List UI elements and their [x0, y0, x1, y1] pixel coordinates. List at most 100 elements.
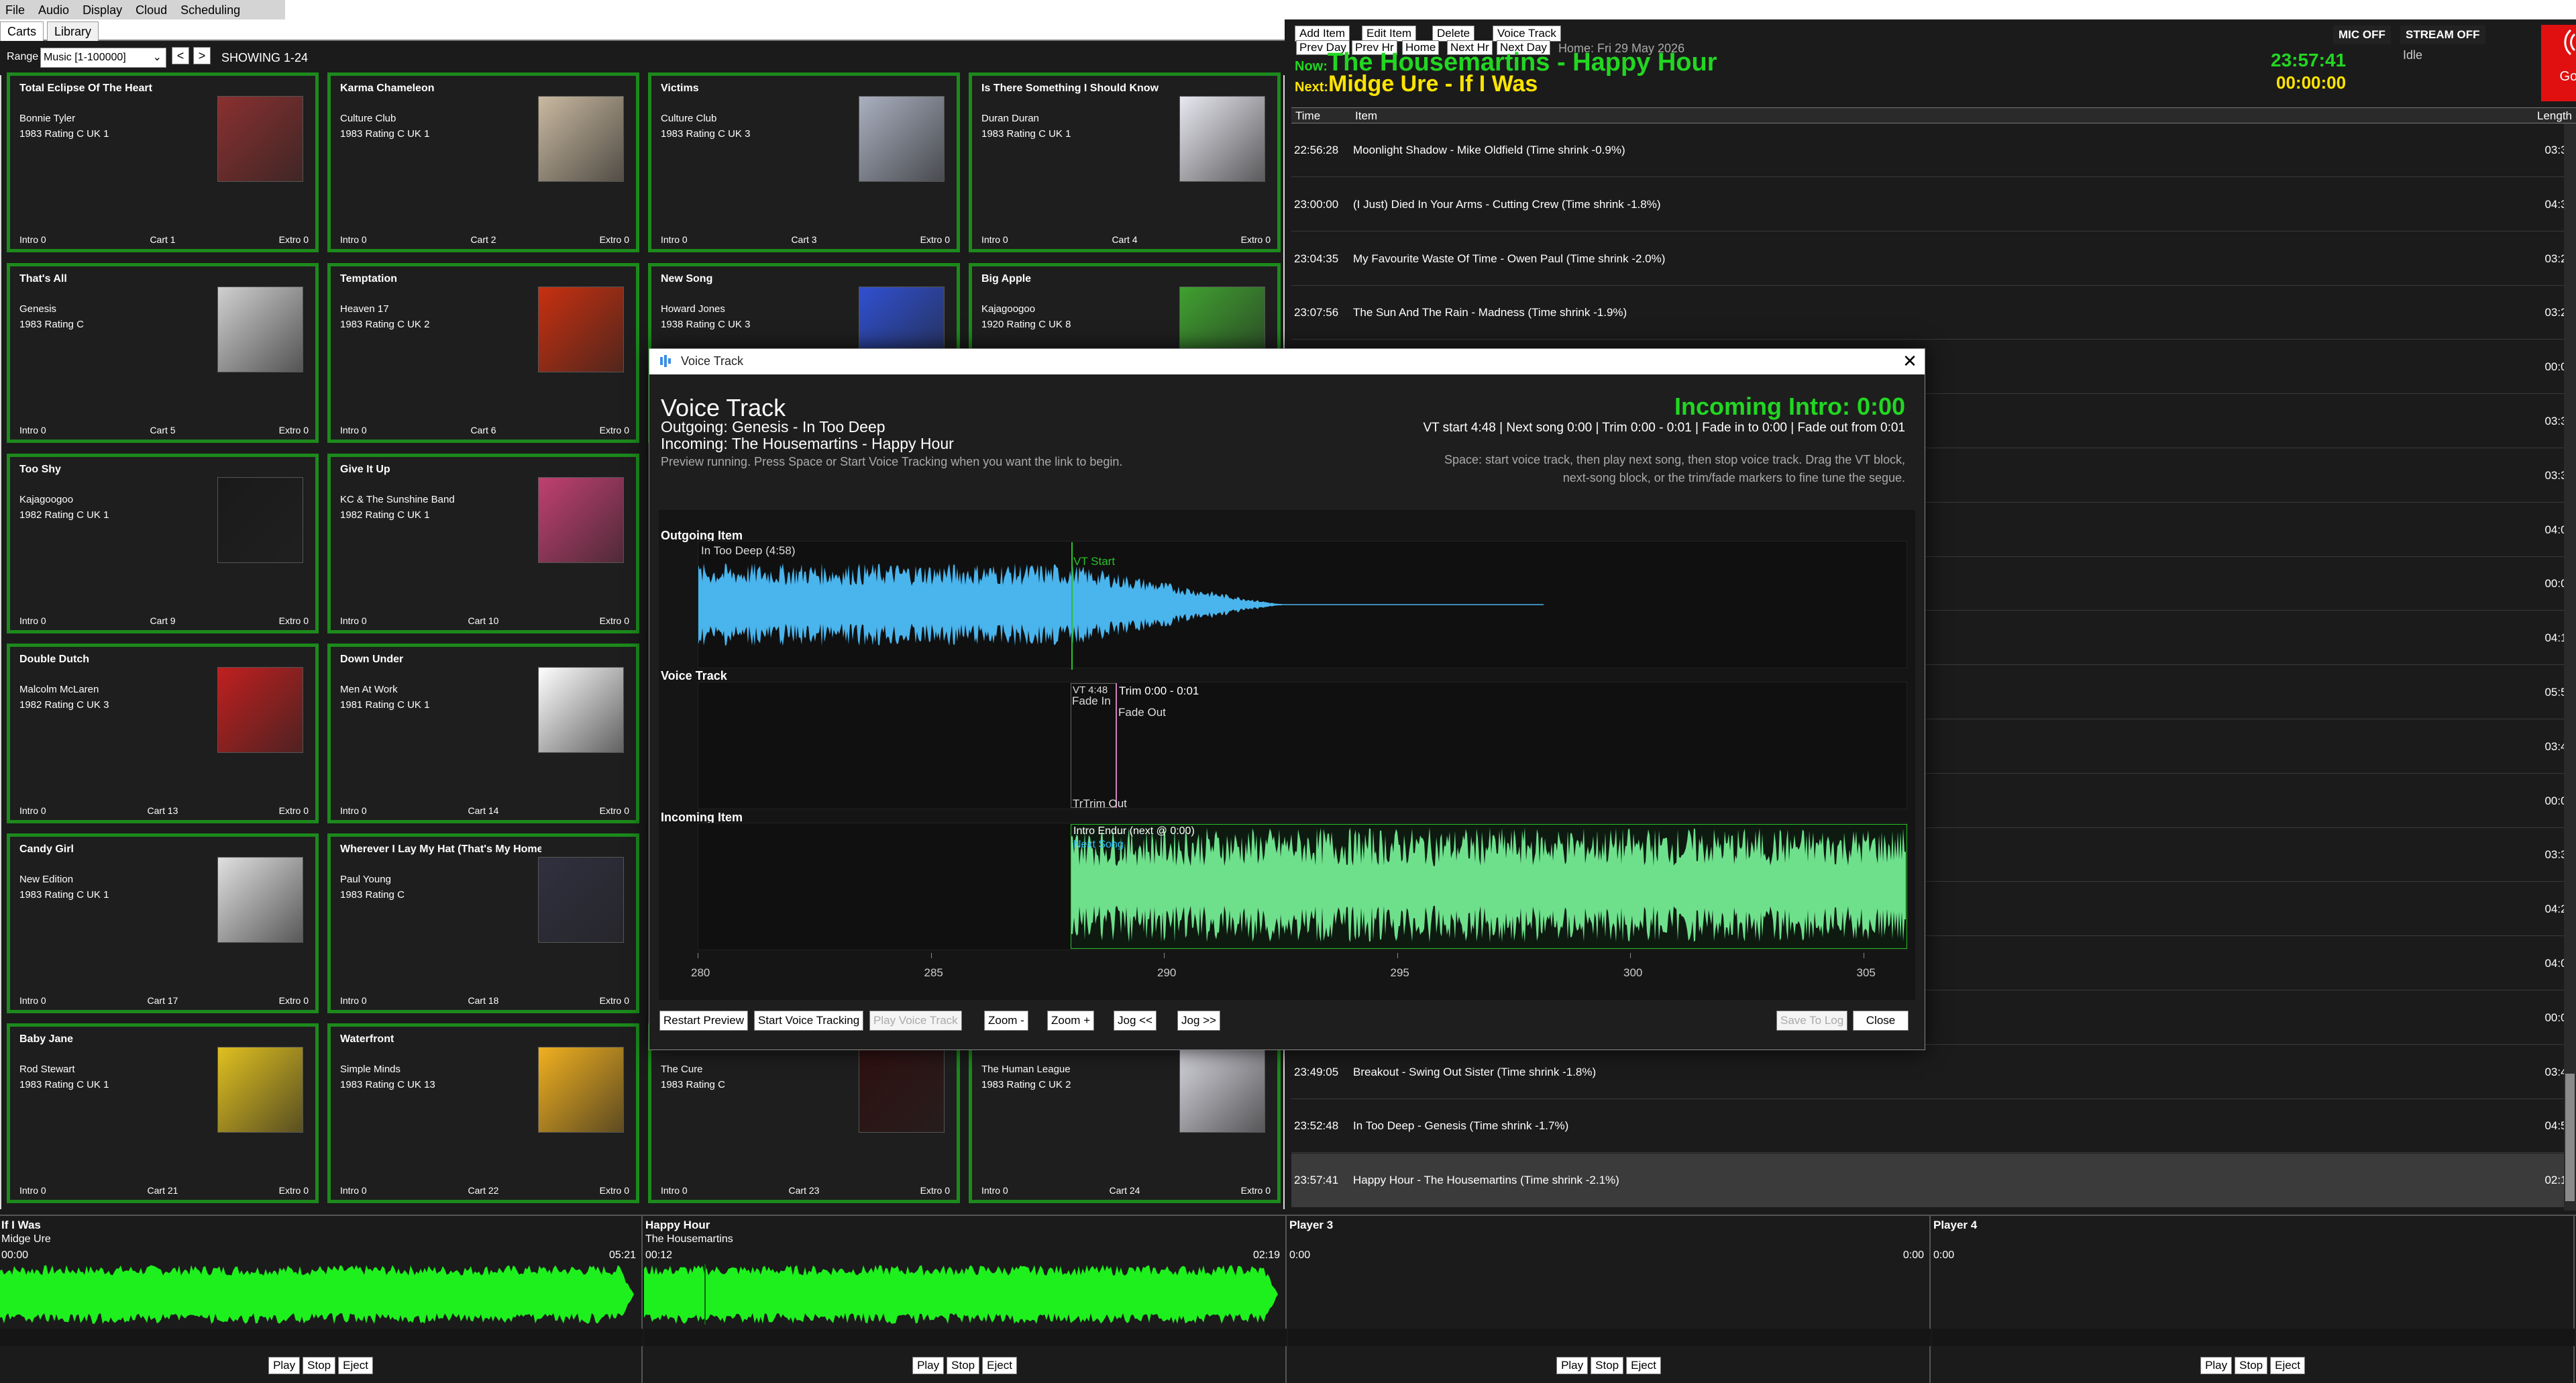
cart-number: Cart 3	[791, 234, 817, 245]
log-row[interactable]: 23:52:48 In Too Deep - Genesis (Time shri…	[1291, 1099, 2576, 1154]
mic-off-button[interactable]: MIC OFF	[2333, 25, 2391, 44]
player-length: 0:00	[1902, 1249, 1924, 1261]
voice-track-lane[interactable]	[698, 682, 1907, 809]
stop-button[interactable]: Stop	[1591, 1357, 1624, 1374]
menu-scheduling[interactable]: Scheduling	[175, 0, 248, 19]
play-button[interactable]: Play	[2200, 1357, 2233, 1374]
stop-button[interactable]: Stop	[2235, 1357, 2268, 1374]
menu-audio[interactable]: Audio	[33, 0, 77, 19]
log-row[interactable]: 23:04:35 My Favourite Waste Of Time - Owe…	[1291, 232, 2576, 286]
eject-button[interactable]: Eject	[338, 1357, 373, 1374]
cart-artist: Kajagoogoo	[981, 303, 1036, 315]
range-next-button[interactable]: >	[193, 47, 211, 64]
zoom-in-button[interactable]: Zoom +	[1047, 1011, 1095, 1031]
trim-marker[interactable]	[1116, 683, 1117, 808]
range-label: Range	[7, 51, 39, 62]
cart-title: Too Shy	[19, 464, 61, 475]
log-row[interactable]: 23:49:05 Breakout - Swing Out Sister (Tim…	[1291, 1045, 2576, 1099]
cart-tile[interactable]: Wherever I Lay My Hat (That's My Home Pau…	[327, 833, 639, 1013]
tab-carts[interactable]: Carts	[0, 21, 44, 41]
delete-button[interactable]: Delete	[1432, 25, 1475, 42]
log-row[interactable]: 23:57:41 Happy Hour - The Housemartins (T…	[1291, 1154, 2576, 1208]
player-waveform[interactable]	[0, 1264, 637, 1325]
cart-tile[interactable]: Is There Something I Should Know Duran Du…	[969, 72, 1281, 252]
player-waveform[interactable]	[644, 1264, 1281, 1325]
stop-button[interactable]: Stop	[303, 1357, 336, 1374]
eject-button[interactable]: Eject	[2270, 1357, 2305, 1374]
cart-tile[interactable]: Baby Jane Rod Stewart 1983 Rating C UK 1 In…	[7, 1023, 319, 1203]
stop-button[interactable]: Stop	[947, 1357, 980, 1374]
range-prev-button[interactable]: <	[172, 47, 189, 64]
range-select[interactable]: Music [1-100000] ⌄	[40, 48, 166, 68]
jog-back-button[interactable]: Jog <<	[1114, 1011, 1157, 1031]
play-button[interactable]: Play	[268, 1357, 301, 1374]
album-art	[1179, 96, 1265, 182]
log-time: 23:04:35	[1294, 252, 1339, 265]
player-progress-bar[interactable]	[1288, 1329, 1931, 1346]
go-live-button[interactable]: Go Live	[2541, 25, 2576, 101]
cart-tile[interactable]: Double Dutch Malcolm McLaren 1982 Rating C…	[7, 644, 319, 823]
voice-track-button[interactable]: Voice Track	[1493, 25, 1561, 42]
cart-tile[interactable]: Temptation Heaven 17 1983 Rating C UK 2 Int…	[327, 263, 639, 443]
zoom-out-button[interactable]: Zoom -	[984, 1011, 1028, 1031]
close-button[interactable]: Close	[1853, 1011, 1909, 1031]
cart-tile[interactable]: Too Shy Kajagoogoo 1982 Rating C UK 1 Intro…	[7, 454, 319, 633]
cart-tile[interactable]: Victims Culture Club 1983 Rating C UK 3 Int…	[648, 72, 960, 252]
next-song-block[interactable]	[1071, 824, 1907, 949]
log-row[interactable]: 23:00:00 (I Just) Died In Your Arms - Cut…	[1291, 178, 2576, 232]
dialog-titlebar	[649, 349, 1925, 374]
cart-extro: Extro 0	[278, 805, 309, 816]
log-scrollbar[interactable]	[2564, 123, 2576, 1211]
play-button[interactable]: Play	[912, 1357, 945, 1374]
cart-tile[interactable]: Karma Chameleon Culture Club 1983 Rating C…	[327, 72, 639, 252]
dialog-outgoing: Outgoing: Genesis - In Too Deep	[661, 418, 885, 436]
cart-meta: 1982 Rating C UK 1	[19, 509, 109, 521]
menu-file[interactable]: File	[0, 0, 33, 19]
player-progress-bar[interactable]	[1932, 1329, 2575, 1346]
log-header: Time Item Length	[1291, 107, 2576, 123]
player-progress-bar[interactable]	[644, 1329, 1287, 1346]
axis-tick-label: 280	[691, 966, 710, 979]
menu-items: File Audio Display Cloud Scheduling	[0, 0, 285, 19]
tab-library[interactable]: Library	[47, 21, 99, 41]
player-progress-bar[interactable]	[0, 1329, 643, 1346]
cart-tile[interactable]: Down Under Men At Work 1981 Rating C UK 1I…	[327, 644, 639, 823]
log-time: 23:57:41	[1294, 1174, 1339, 1187]
cart-extro: Extro 0	[278, 234, 309, 245]
next-title: Midge Ure - If I Was	[1328, 71, 1538, 97]
player-length: 05:21	[608, 1249, 636, 1261]
stream-off-button[interactable]: STREAM OFF	[2400, 25, 2485, 44]
eject-button[interactable]: Eject	[1626, 1357, 1661, 1374]
play-button[interactable]: Play	[1556, 1357, 1589, 1374]
log-row[interactable]: 23:07:56 The Sun And The Rain - Madness (…	[1291, 286, 2576, 340]
cart-tile[interactable]: Give It Up KC & The Sunshine Band 1982 Rat…	[327, 454, 639, 633]
cart-tile[interactable]: That's All Genesis 1983 Rating C Intro 0 Car…	[7, 263, 319, 443]
cart-tile[interactable]: The Cure 1983 Rating C Intro 0 Cart 23 Extro…	[648, 1023, 960, 1203]
cart-title: Big Apple	[981, 273, 1032, 285]
vt-start-marker[interactable]	[1071, 542, 1073, 670]
add-item-button[interactable]: Add Item	[1295, 25, 1350, 42]
cart-tile[interactable]: Waterfront Simple Minds 1983 Rating C UK 1…	[327, 1023, 639, 1203]
start-voice-tracking-button[interactable]: Start Voice Tracking	[754, 1011, 864, 1031]
cart-meta: 1983 Rating C UK 1	[19, 1079, 109, 1090]
log-item: (I Just) Died In Your Arms - Cutting Cre…	[1353, 197, 1661, 211]
play-voice-track-button[interactable]: Play Voice Track	[869, 1011, 962, 1031]
save-to-log-button[interactable]: Save To Log	[1776, 1011, 1848, 1031]
log-item: In Too Deep - Genesis (Time shrink -1.7%…	[1353, 1119, 1569, 1133]
cart-tile[interactable]: Total Eclipse Of The Heart Bonnie Tyler 19…	[7, 72, 319, 252]
cart-tile[interactable]: The Human League 1983 Rating C UK 2 Intro …	[969, 1023, 1281, 1203]
log-row[interactable]: 22:56:28 Moonlight Shadow - Mike Oldfield…	[1291, 123, 2576, 177]
edit-item-button[interactable]: Edit Item	[1362, 25, 1417, 42]
log-scroll-thumb[interactable]	[2565, 1074, 2575, 1201]
cart-tile[interactable]: Candy Girl New Edition 1983 Rating C UK 1I…	[7, 833, 319, 1013]
next-playing: Next:Midge Ure - If I Was	[1295, 71, 1538, 97]
eject-button[interactable]: Eject	[982, 1357, 1017, 1374]
menu-cloud[interactable]: Cloud	[130, 0, 175, 19]
intro-end-label: Intro Endur (next @ 0:00)	[1073, 825, 1195, 837]
album-art	[217, 667, 303, 753]
outgoing-track[interactable]	[698, 541, 1907, 668]
menu-display[interactable]: Display	[77, 0, 130, 19]
jog-forward-button[interactable]: Jog >>	[1177, 1011, 1220, 1031]
close-icon[interactable]: ✕	[1898, 350, 1921, 373]
restart-preview-button[interactable]: Restart Preview	[659, 1011, 748, 1031]
